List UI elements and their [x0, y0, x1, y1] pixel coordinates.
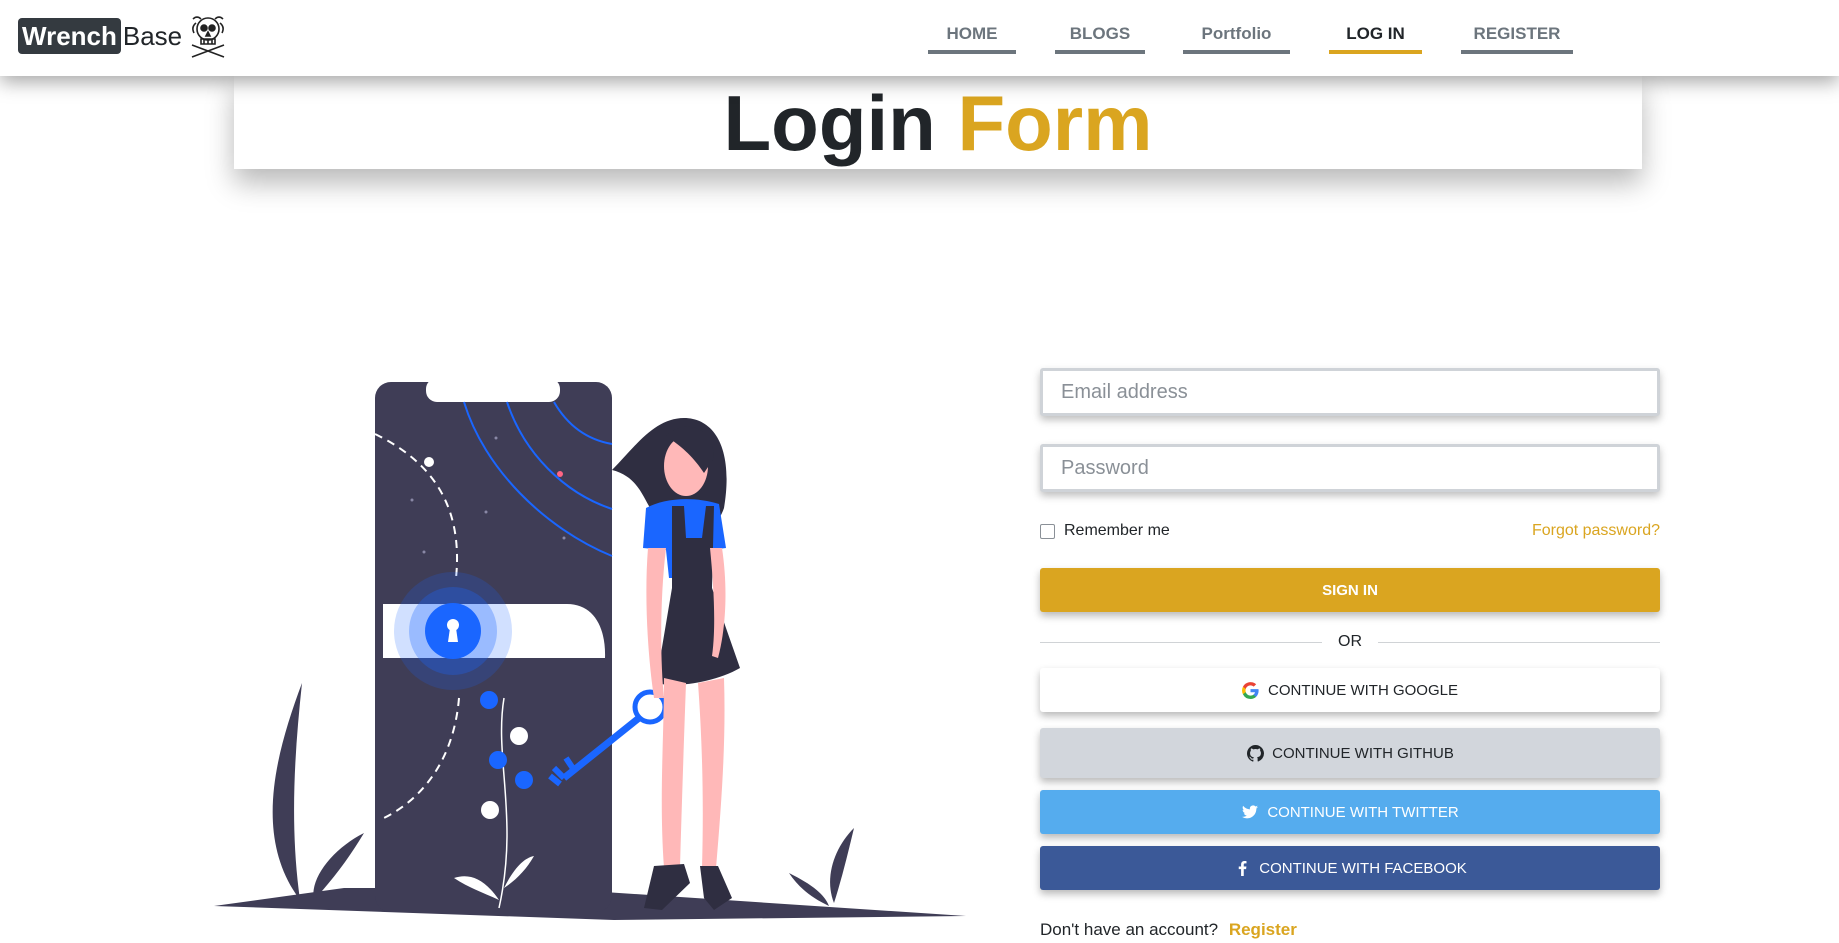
twitter-icon [1241, 803, 1259, 821]
navbar: Wrench Base HOME BLOGS Portfolio LOG IN … [0, 0, 1839, 76]
sign-in-button[interactable]: SIGN IN [1040, 568, 1660, 612]
facebook-icon [1233, 859, 1251, 877]
divider-line [1378, 641, 1660, 643]
divider-line [1040, 641, 1322, 643]
nav-underline [1183, 50, 1290, 54]
signup-prompt: Don't have an account? [1040, 920, 1219, 939]
password-field-wrapper [1040, 444, 1660, 492]
page-title-part1: Login [723, 78, 936, 167]
nav-underline-active [1329, 50, 1422, 54]
facebook-button-label: CONTINUE WITH FACEBOOK [1259, 859, 1467, 877]
forgot-password-link[interactable]: Forgot password? [1532, 522, 1660, 540]
nav-item-label: REGISTER [1473, 24, 1561, 43]
remember-me-label: Remember me [1064, 522, 1170, 539]
continue-with-google-button[interactable]: CONTINUE WITH GOOGLE [1040, 668, 1660, 712]
github-button-label: CONTINUE WITH GITHUB [1272, 744, 1454, 762]
title-card: Login Form [234, 76, 1642, 169]
github-icon [1246, 744, 1264, 762]
nav-item-home[interactable]: HOME [928, 22, 1016, 54]
nav-item-label: LOG IN [1346, 24, 1405, 43]
remember-me: Remember me [1040, 522, 1170, 540]
google-icon [1242, 681, 1260, 699]
email-field-wrapper [1040, 368, 1660, 416]
nav-item-blogs[interactable]: BLOGS [1055, 22, 1145, 54]
nav-item-login[interactable]: LOG IN [1329, 22, 1422, 54]
or-divider: OR [1040, 628, 1660, 656]
brand-logo-link[interactable]: Wrench Base [18, 16, 228, 58]
page-title-part2: Form [957, 78, 1153, 167]
nav-item-label: HOME [946, 24, 998, 43]
google-button-label: CONTINUE WITH GOOGLE [1267, 681, 1458, 699]
signup-row: Don't have an account? Register [1040, 920, 1660, 940]
nav-item-portfolio[interactable]: Portfolio [1183, 22, 1290, 54]
nav-item-label: BLOGS [1069, 24, 1131, 43]
continue-with-github-button[interactable]: CONTINUE WITH GITHUB [1040, 728, 1660, 778]
twitter-button-label: CONTINUE WITH TWITTER [1267, 803, 1459, 821]
nav-underline [1055, 50, 1145, 54]
nav-underline [928, 50, 1016, 54]
brand-name-rest: Base [122, 21, 183, 51]
email-field[interactable] [1061, 380, 1657, 404]
nav-item-label: Portfolio [1201, 24, 1272, 43]
nav-item-register[interactable]: REGISTER [1461, 22, 1573, 54]
skull-crossbones-icon [191, 16, 225, 58]
continue-with-twitter-button[interactable]: CONTINUE WITH TWITTER [1040, 790, 1660, 834]
login-illustration [214, 378, 966, 920]
login-form: Remember me Forgot password? SIGN IN OR … [1040, 368, 1660, 940]
or-label: OR [1338, 633, 1362, 650]
options-row: Remember me Forgot password? [1040, 518, 1660, 544]
remember-me-checkbox[interactable] [1040, 523, 1055, 539]
password-field[interactable] [1061, 456, 1657, 480]
nav-underline [1461, 50, 1573, 54]
brand-name-boxed: Wrench [18, 18, 121, 54]
register-link[interactable]: Register [1229, 920, 1297, 939]
page-title: Login Form [724, 84, 1153, 162]
continue-with-facebook-button[interactable]: CONTINUE WITH FACEBOOK [1040, 846, 1660, 890]
